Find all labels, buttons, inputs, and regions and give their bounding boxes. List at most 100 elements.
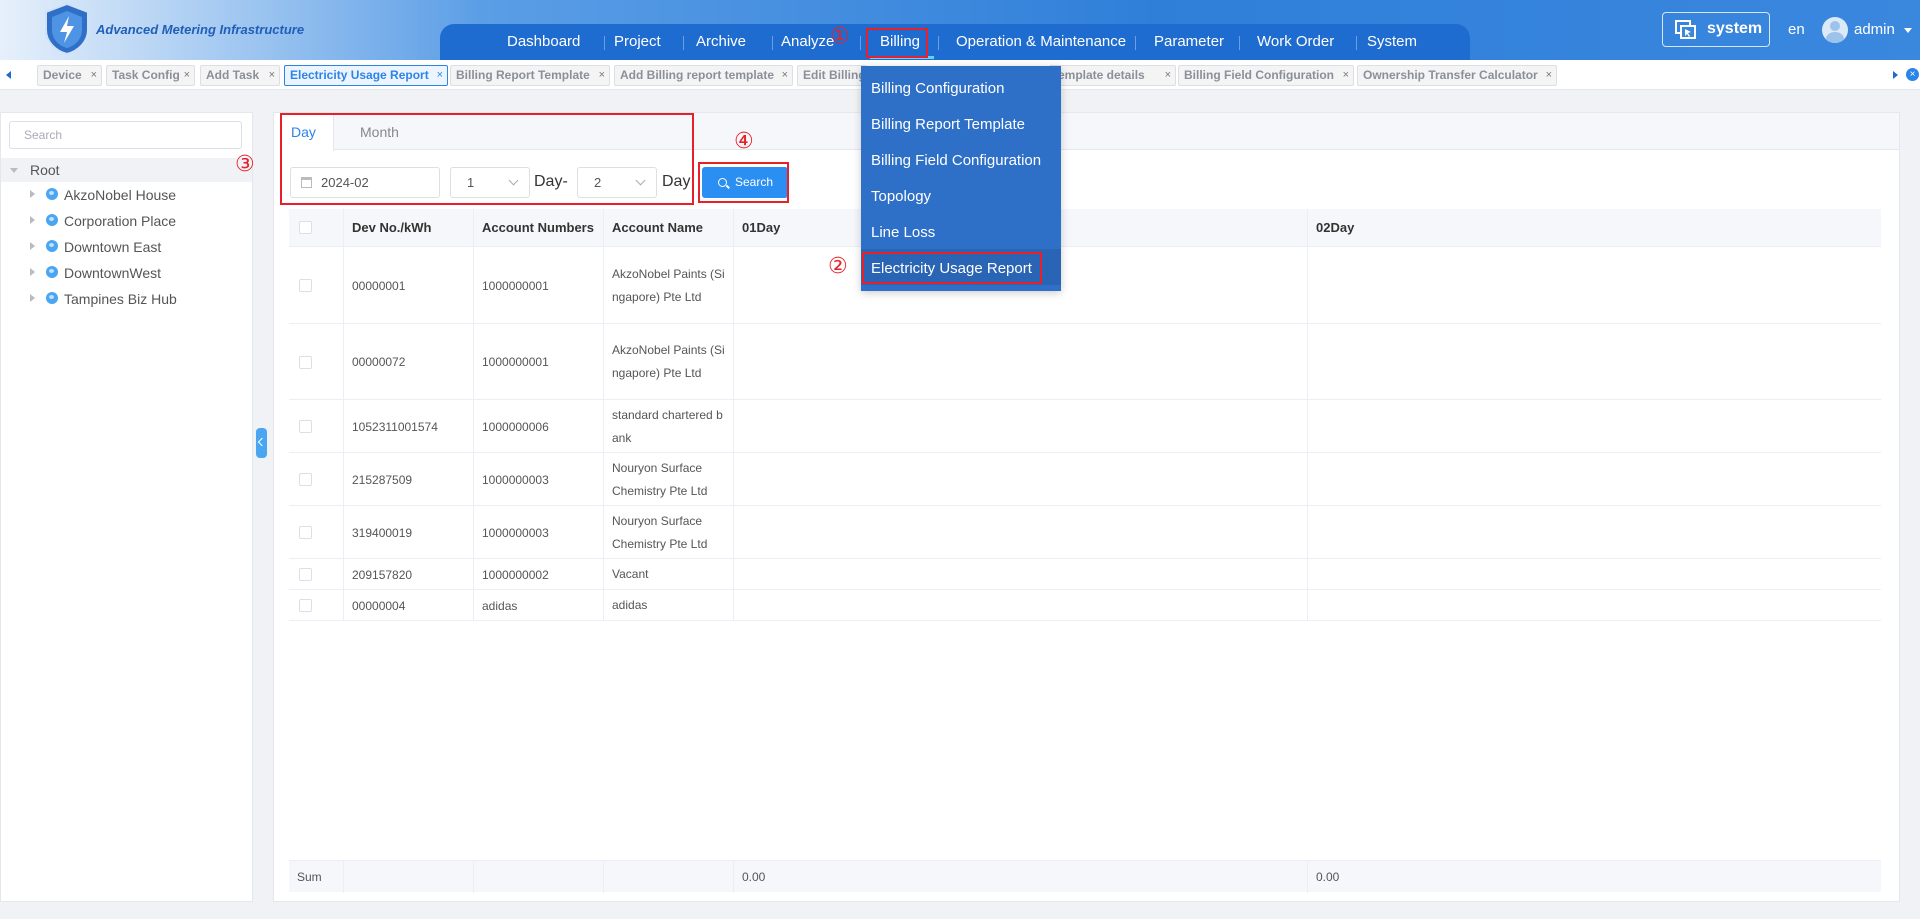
annotation-2: ② bbox=[828, 254, 848, 279]
nav-separator bbox=[604, 36, 605, 50]
menu-item-billing-field-configuration[interactable]: Billing Field Configuration bbox=[871, 152, 1041, 169]
row-checkbox[interactable] bbox=[299, 526, 312, 539]
cell-account-name: standard chartered bank bbox=[612, 407, 723, 445]
column-divider bbox=[1307, 209, 1308, 621]
menu-item-line-loss[interactable]: Line Loss bbox=[871, 224, 935, 241]
cell-account-name: Nouryon Surface Chemistry Pte Ltd bbox=[612, 460, 708, 498]
cell-dev-no: 00000072 bbox=[352, 355, 406, 369]
tab-close-icon[interactable]: × bbox=[782, 66, 788, 85]
tab-close-icon[interactable]: × bbox=[1546, 66, 1552, 85]
tab-close-icon[interactable]: × bbox=[269, 66, 275, 85]
row-checkbox[interactable] bbox=[299, 420, 312, 433]
cell-01day bbox=[734, 324, 1308, 400]
cell-dev-no: 319400019 bbox=[352, 525, 413, 540]
tab-template-details[interactable]: template details × bbox=[1049, 65, 1176, 86]
main-nav: Dashboard Project Archive Analyze Billin… bbox=[440, 24, 1470, 60]
tab-scroll-right-icon[interactable] bbox=[1893, 71, 1898, 79]
column-divider bbox=[473, 209, 474, 621]
table-row[interactable]: 00000004 adidas adidas bbox=[289, 590, 1881, 621]
tab-add-task[interactable]: Add Task × bbox=[200, 65, 280, 86]
cell-account-number: 1000000002 bbox=[482, 567, 549, 582]
tab-device[interactable]: Device × bbox=[37, 65, 102, 86]
tab-scroll-left-icon[interactable] bbox=[6, 71, 11, 79]
globe-icon bbox=[46, 292, 58, 304]
tab-electricity-usage-report[interactable]: Electricity Usage Report × bbox=[284, 65, 448, 86]
row-checkbox[interactable] bbox=[299, 473, 312, 486]
tab-close-icon[interactable]: × bbox=[599, 66, 605, 85]
close-all-tabs-icon[interactable]: × bbox=[1906, 68, 1919, 81]
row-checkbox[interactable] bbox=[299, 279, 312, 292]
cell-01day bbox=[734, 453, 1308, 506]
cell-dev-no: 00000004 bbox=[352, 598, 406, 613]
table-row[interactable]: 00000001 1000000001 AkzoNobel Paints (Si… bbox=[289, 247, 1881, 324]
menu-item-billing-report-template[interactable]: Billing Report Template bbox=[871, 116, 1025, 133]
tab-ownership-transfer-calculator[interactable]: Ownership Transfer Calculator × bbox=[1357, 65, 1557, 86]
language-switch[interactable]: en bbox=[1788, 21, 1805, 38]
column-divider bbox=[733, 861, 734, 893]
tab-close-icon[interactable]: × bbox=[437, 66, 443, 85]
user-avatar-icon[interactable] bbox=[1822, 17, 1848, 43]
nav-system[interactable]: System bbox=[1367, 24, 1417, 60]
nav-separator bbox=[683, 36, 684, 50]
tab-label: Billing Field Configuration bbox=[1184, 68, 1334, 82]
table-header: Dev No./kWh Account Numbers Account Name… bbox=[289, 209, 1881, 247]
expand-caret-icon[interactable] bbox=[30, 268, 35, 276]
tree-search-input[interactable]: Search bbox=[9, 121, 242, 149]
tab-label: Billing Report Template bbox=[456, 68, 590, 82]
cell-account-number: 1000000001 bbox=[482, 355, 549, 369]
row-checkbox[interactable] bbox=[299, 599, 312, 612]
annotation-box-search bbox=[698, 162, 789, 203]
sum-01day: 0.00 bbox=[742, 870, 766, 884]
tab-billing-field-configuration[interactable]: Billing Field Configuration × bbox=[1178, 65, 1354, 86]
tab-label: Add Billing report template bbox=[620, 68, 775, 82]
nav-separator bbox=[772, 36, 773, 50]
select-all-checkbox[interactable] bbox=[299, 221, 312, 234]
cell-02day bbox=[1308, 400, 1881, 453]
row-checkbox[interactable] bbox=[299, 568, 312, 581]
nav-analyze[interactable]: Analyze bbox=[781, 24, 834, 60]
row-checkbox[interactable] bbox=[299, 356, 312, 369]
nav-operation-maintenance[interactable]: Operation & Maintenance bbox=[956, 24, 1126, 60]
tab-edit-billing[interactable]: Edit Billing bbox=[797, 65, 867, 86]
table-row[interactable]: 209157820 1000000002 Vacant bbox=[289, 559, 1881, 590]
nav-parameter[interactable]: Parameter bbox=[1154, 24, 1224, 60]
tab-close-icon[interactable]: × bbox=[91, 66, 97, 85]
sum-02day: 0.00 bbox=[1316, 870, 1340, 884]
cell-account-number: 1000000001 bbox=[482, 278, 549, 293]
expand-caret-icon[interactable] bbox=[30, 242, 35, 250]
nav-work-order[interactable]: Work Order bbox=[1257, 24, 1334, 60]
table-row[interactable]: 215287509 1000000003 Nouryon Surface Che… bbox=[289, 453, 1881, 506]
cell-dev-no: 1052311001574 bbox=[352, 419, 438, 434]
nav-archive[interactable]: Archive bbox=[696, 24, 746, 60]
expand-caret-icon[interactable] bbox=[30, 294, 35, 302]
expand-caret-icon[interactable] bbox=[30, 190, 35, 198]
cell-02day bbox=[1308, 453, 1881, 506]
tab-close-icon[interactable]: × bbox=[1343, 66, 1349, 85]
sum-label: Sum bbox=[297, 870, 322, 884]
tab-billing-report-template[interactable]: Billing Report Template × bbox=[450, 65, 610, 86]
tab-label: Edit Billing bbox=[803, 68, 866, 82]
cell-02day bbox=[1308, 324, 1881, 400]
system-button[interactable]: system bbox=[1662, 12, 1770, 47]
globe-icon bbox=[46, 214, 58, 226]
tab-task-config[interactable]: Task Config × bbox=[106, 65, 195, 86]
nav-dashboard[interactable]: Dashboard bbox=[507, 24, 580, 60]
tab-add-billing-report-template[interactable]: Add Billing report template × bbox=[614, 65, 793, 86]
tab-label: Device bbox=[43, 68, 82, 82]
table-row[interactable]: 1052311001574 1000000006 standard charte… bbox=[289, 400, 1881, 453]
nav-project[interactable]: Project bbox=[614, 24, 661, 60]
table-row[interactable]: 00000072 1000000001 AkzoNobel Paints (Si… bbox=[289, 324, 1881, 400]
tree-node-root[interactable]: Root bbox=[1, 158, 252, 182]
cell-account-name: AkzoNobel Paints (Singapore) Pte Ltd bbox=[612, 266, 725, 304]
menu-item-billing-configuration[interactable]: Billing Configuration bbox=[871, 80, 1004, 97]
expand-caret-icon[interactable] bbox=[10, 168, 18, 173]
expand-caret-icon[interactable] bbox=[30, 216, 35, 224]
tab-close-icon[interactable]: × bbox=[184, 66, 190, 85]
column-divider bbox=[343, 209, 344, 621]
collapse-sidebar-icon[interactable] bbox=[256, 428, 267, 458]
table-row[interactable]: 319400019 1000000003 Nouryon Surface Che… bbox=[289, 506, 1881, 559]
user-name[interactable]: admin bbox=[1854, 21, 1895, 38]
user-caret-icon[interactable] bbox=[1904, 28, 1912, 33]
tab-close-icon[interactable]: × bbox=[1165, 66, 1171, 85]
menu-item-topology[interactable]: Topology bbox=[871, 188, 931, 205]
